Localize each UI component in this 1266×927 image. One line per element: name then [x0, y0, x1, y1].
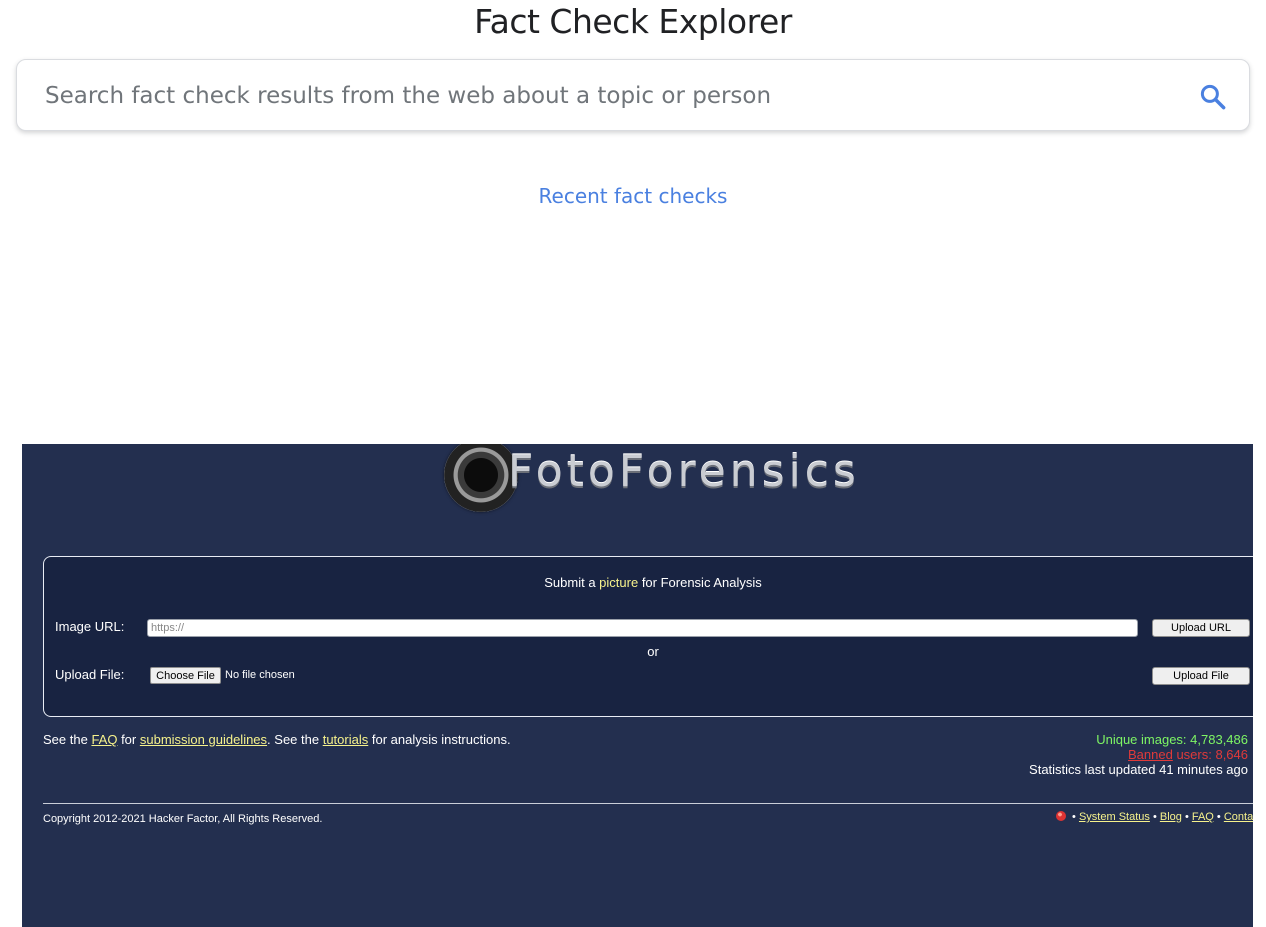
no-file-chosen-text: No file chosen [225, 669, 295, 681]
search-input[interactable] [45, 74, 1165, 118]
picture-highlight: picture [599, 575, 639, 590]
fotoforensics-panel: FotoForensics Submit a picture for Foren… [22, 444, 1253, 927]
statistics-block: Unique images: 4,783,486 Banned users: 8… [1029, 732, 1248, 777]
pushpin-icon[interactable] [1056, 811, 1066, 821]
upload-file-label: Upload File: [55, 667, 125, 682]
search-bar [16, 59, 1250, 131]
contact-link[interactable]: Conta [1224, 811, 1253, 823]
footer-links: • System Status • Blog • FAQ • Conta [1056, 811, 1253, 823]
submission-guidelines-link[interactable]: submission guidelines [140, 732, 267, 747]
stats-updated-text: Statistics last updated 41 minutes ago [1029, 762, 1248, 777]
system-status-link[interactable]: System Status [1079, 811, 1150, 823]
banned-link[interactable]: Banned [1128, 747, 1173, 762]
instructions-text: See the FAQ for submission guidelines. S… [43, 732, 511, 747]
choose-file-button[interactable]: Choose File [150, 667, 221, 684]
page-title: Fact Check Explorer [474, 2, 792, 41]
upload-file-button[interactable]: Upload File [1152, 667, 1250, 685]
tutorials-link[interactable]: tutorials [323, 732, 369, 747]
footer-divider [43, 803, 1253, 804]
image-url-label: Image URL: [55, 619, 125, 634]
blog-link[interactable]: Blog [1160, 811, 1182, 823]
image-url-input[interactable] [147, 619, 1138, 637]
unique-images-count: Unique images: 4,783,486 [1096, 732, 1248, 747]
camera-lens-icon [444, 444, 518, 512]
upload-url-button[interactable]: Upload URL [1152, 619, 1250, 637]
banned-users-count: Banned users: 8,646 [1128, 747, 1248, 762]
recent-fact-checks-link[interactable]: Recent fact checks [0, 181, 1266, 211]
footer-faq-link[interactable]: FAQ [1192, 811, 1214, 823]
copyright-text: Copyright 2012-2021 Hacker Factor, All R… [43, 813, 323, 825]
search-icon[interactable] [1198, 82, 1228, 112]
logo-text: FotoForensics [508, 446, 860, 497]
submit-heading: Submit a picture for Forensic Analysis [544, 575, 762, 590]
fotoforensics-logo[interactable]: FotoForensics [442, 444, 862, 520]
submit-form: Submit a picture for Forensic Analysis I… [43, 556, 1253, 717]
or-separator: or [647, 644, 659, 659]
faq-link[interactable]: FAQ [91, 732, 117, 747]
